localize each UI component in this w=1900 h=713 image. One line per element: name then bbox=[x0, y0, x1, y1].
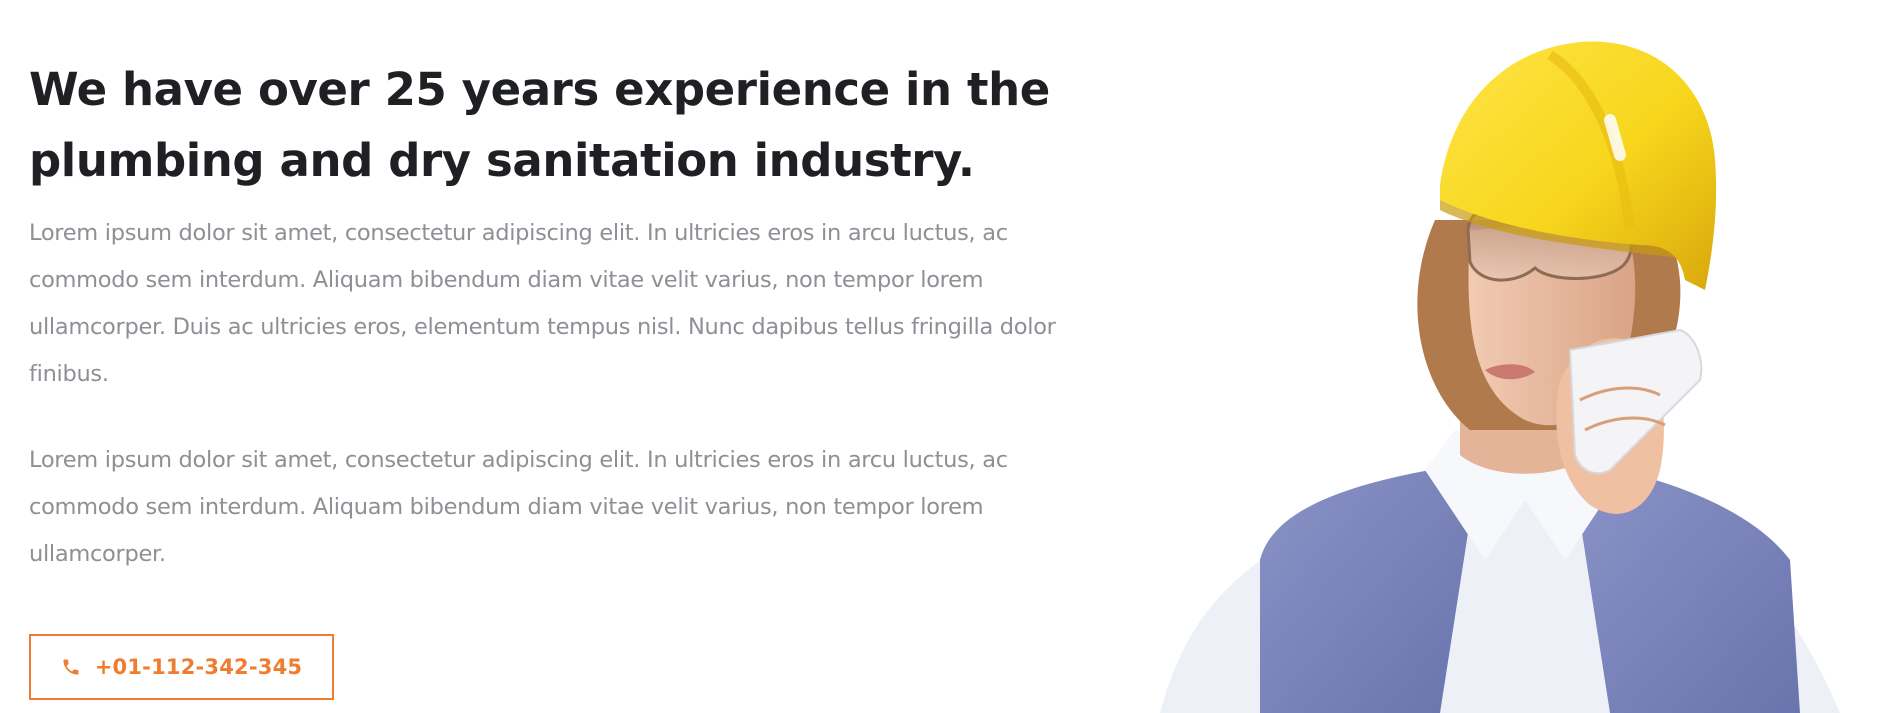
phone-call-button[interactable]: +01-112-342-345 bbox=[29, 634, 334, 700]
about-text: Lorem ipsum dolor sit amet, consectetur … bbox=[29, 210, 1109, 578]
about-content: We have over 25 years experience in the … bbox=[29, 54, 1109, 578]
section-heading: We have over 25 years experience in the … bbox=[29, 63, 1050, 187]
about-section: We have over 25 years experience in the … bbox=[0, 0, 1900, 713]
about-paragraph-1: Lorem ipsum dolor sit amet, consectetur … bbox=[29, 220, 1056, 387]
about-paragraph-2: Lorem ipsum dolor sit amet, consectetur … bbox=[29, 447, 1008, 567]
phone-icon bbox=[61, 657, 81, 677]
worker-photo bbox=[1140, 0, 1900, 713]
phone-number: +01-112-342-345 bbox=[94, 655, 303, 679]
